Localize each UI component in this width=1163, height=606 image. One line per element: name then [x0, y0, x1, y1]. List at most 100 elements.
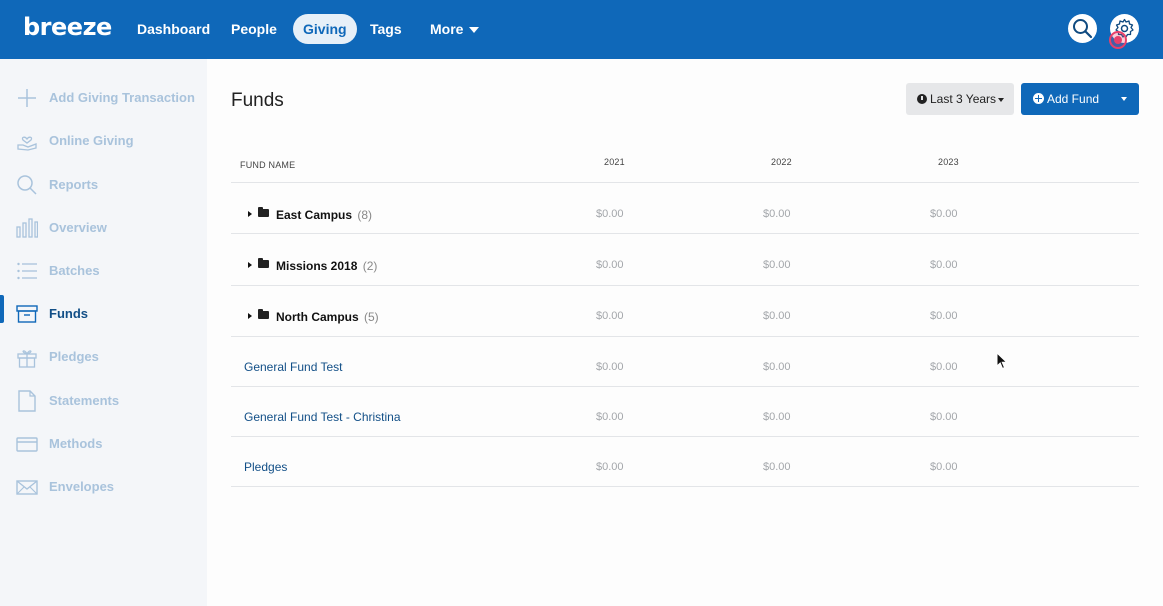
amount-2022: $0.00 — [763, 461, 791, 473]
search-button[interactable] — [1068, 14, 1097, 43]
sidebar-item-label: Funds — [49, 306, 88, 321]
sidebar-item-statements[interactable]: Statements — [0, 381, 207, 421]
sidebar-item-funds[interactable]: Funds — [0, 294, 207, 334]
fund-group-name[interactable]: North Campus (5) — [276, 310, 379, 324]
sidebar-item-label: Batches — [49, 263, 100, 278]
amount-2022: $0.00 — [763, 411, 791, 423]
envelope-icon — [16, 480, 38, 495]
divider — [231, 285, 1139, 286]
clock-icon — [917, 94, 927, 104]
date-range-dropdown[interactable]: Last 3 Years — [906, 83, 1014, 115]
sidebar-item-label: Add Giving Transaction — [49, 90, 195, 105]
divider — [231, 486, 1139, 487]
folder-icon — [258, 309, 269, 319]
sidebar-item-methods[interactable]: Methods — [0, 424, 207, 464]
sidebar-item-label: Overview — [49, 220, 107, 235]
nav-more[interactable]: More — [420, 14, 489, 44]
fund-count: (8) — [357, 208, 373, 222]
amount-2021: $0.00 — [596, 411, 624, 423]
divider — [231, 436, 1139, 437]
credit-card-icon — [16, 437, 38, 452]
search-icon — [17, 175, 37, 195]
archive-box-icon — [16, 305, 38, 323]
table-row[interactable]: Missions 2018 (2) $0.00 $0.00 $0.00 — [231, 240, 1139, 290]
amount-2023: $0.00 — [930, 208, 958, 220]
add-fund-button-group: Add Fund — [1021, 83, 1139, 115]
amount-2021: $0.00 — [596, 310, 624, 322]
amount-2021: $0.00 — [596, 259, 624, 271]
notification-indicator — [1109, 31, 1127, 49]
add-fund-dropdown-toggle[interactable] — [1110, 83, 1139, 115]
table-row[interactable]: North Campus (5) $0.00 $0.00 $0.00 — [231, 291, 1139, 341]
fund-count: (5) — [364, 310, 379, 324]
folder-icon — [258, 258, 269, 268]
table-row[interactable]: East Campus (8) $0.00 $0.00 $0.00 — [231, 189, 1139, 239]
column-header-2022[interactable]: 2022 — [771, 157, 792, 167]
sidebar-item-add-giving-transaction[interactable]: Add Giving Transaction — [0, 78, 207, 118]
sidebar-item-pledges[interactable]: Pledges — [0, 337, 207, 377]
plus-icon — [18, 89, 36, 107]
sidebar-item-reports[interactable]: Reports — [0, 165, 207, 205]
fund-group-label: East Campus — [276, 208, 353, 222]
sidebar-item-batches[interactable]: Batches — [0, 251, 207, 291]
fund-link[interactable]: General Fund Test — [244, 360, 343, 374]
amount-2022: $0.00 — [763, 310, 791, 322]
amount-2022: $0.00 — [763, 361, 791, 373]
nav-dashboard[interactable]: Dashboard — [127, 14, 220, 44]
sidebar-item-overview[interactable]: Overview — [0, 208, 207, 248]
amount-2021: $0.00 — [596, 361, 624, 373]
sidebar-item-label: Reports — [49, 177, 99, 192]
column-header-2021[interactable]: 2021 — [604, 157, 625, 167]
top-navbar: breeze Dashboard People Giving Tags More — [0, 0, 1163, 59]
hand-heart-icon — [17, 136, 37, 151]
plus-circle-icon — [1033, 93, 1044, 104]
add-fund-label: Add Fund — [1047, 92, 1100, 106]
amount-2023: $0.00 — [930, 259, 958, 271]
gift-icon — [17, 350, 37, 368]
fund-group-name[interactable]: East Campus (8) — [276, 208, 372, 222]
divider — [231, 233, 1139, 234]
search-icon — [1073, 19, 1093, 39]
sidebar-item-label: Methods — [49, 436, 103, 451]
column-header-2023[interactable]: 2023 — [938, 157, 959, 167]
sidebar-item-label: Statements — [49, 393, 120, 408]
amount-2021: $0.00 — [596, 208, 624, 220]
breeze-logo[interactable]: breeze — [23, 13, 112, 41]
chevron-down-icon — [469, 27, 480, 34]
caret-right-icon[interactable] — [248, 313, 252, 319]
sidebar-item-online-giving[interactable]: Online Giving — [0, 121, 207, 161]
caret-right-icon[interactable] — [248, 262, 252, 268]
nav-tags[interactable]: Tags — [360, 14, 412, 44]
page-title: Funds — [231, 90, 284, 111]
amount-2023: $0.00 — [930, 411, 958, 423]
sidebar-item-label: Pledges — [49, 349, 99, 364]
divider — [231, 182, 1139, 183]
fund-count: (2) — [362, 259, 378, 273]
amount-2022: $0.00 — [763, 259, 791, 271]
folder-icon — [258, 207, 269, 217]
sidebar-item-label: Online Giving — [49, 133, 134, 148]
caret-right-icon[interactable] — [248, 211, 252, 217]
fund-group-name[interactable]: Missions 2018 (2) — [276, 259, 377, 273]
table-row[interactable]: General Fund Test - Christina $0.00 $0.0… — [231, 392, 1139, 442]
document-icon — [18, 390, 36, 412]
chevron-down-icon — [998, 97, 1005, 102]
nav-giving[interactable]: Giving — [293, 14, 357, 44]
column-header-fund-name[interactable]: FUND NAME — [240, 160, 295, 170]
amount-2023: $0.00 — [930, 310, 958, 322]
amount-2021: $0.00 — [596, 461, 624, 473]
date-range-label: Last 3 Years — [930, 92, 997, 106]
sidebar-item-envelopes[interactable]: Envelopes — [0, 467, 207, 507]
amount-2023: $0.00 — [930, 461, 958, 473]
amount-2023: $0.00 — [930, 361, 958, 373]
add-fund-button[interactable]: Add Fund — [1021, 83, 1110, 115]
divider — [231, 386, 1139, 387]
amount-2022: $0.00 — [763, 208, 791, 220]
table-row[interactable]: Pledges $0.00 $0.00 $0.00 — [231, 442, 1139, 492]
sidebar-item-label: Envelopes — [49, 479, 115, 494]
nav-more-label: More — [430, 21, 464, 37]
fund-group-label: Missions 2018 — [276, 259, 358, 273]
nav-people[interactable]: People — [221, 14, 287, 44]
fund-link[interactable]: General Fund Test - Christina — [244, 410, 401, 424]
fund-link[interactable]: Pledges — [244, 460, 287, 474]
